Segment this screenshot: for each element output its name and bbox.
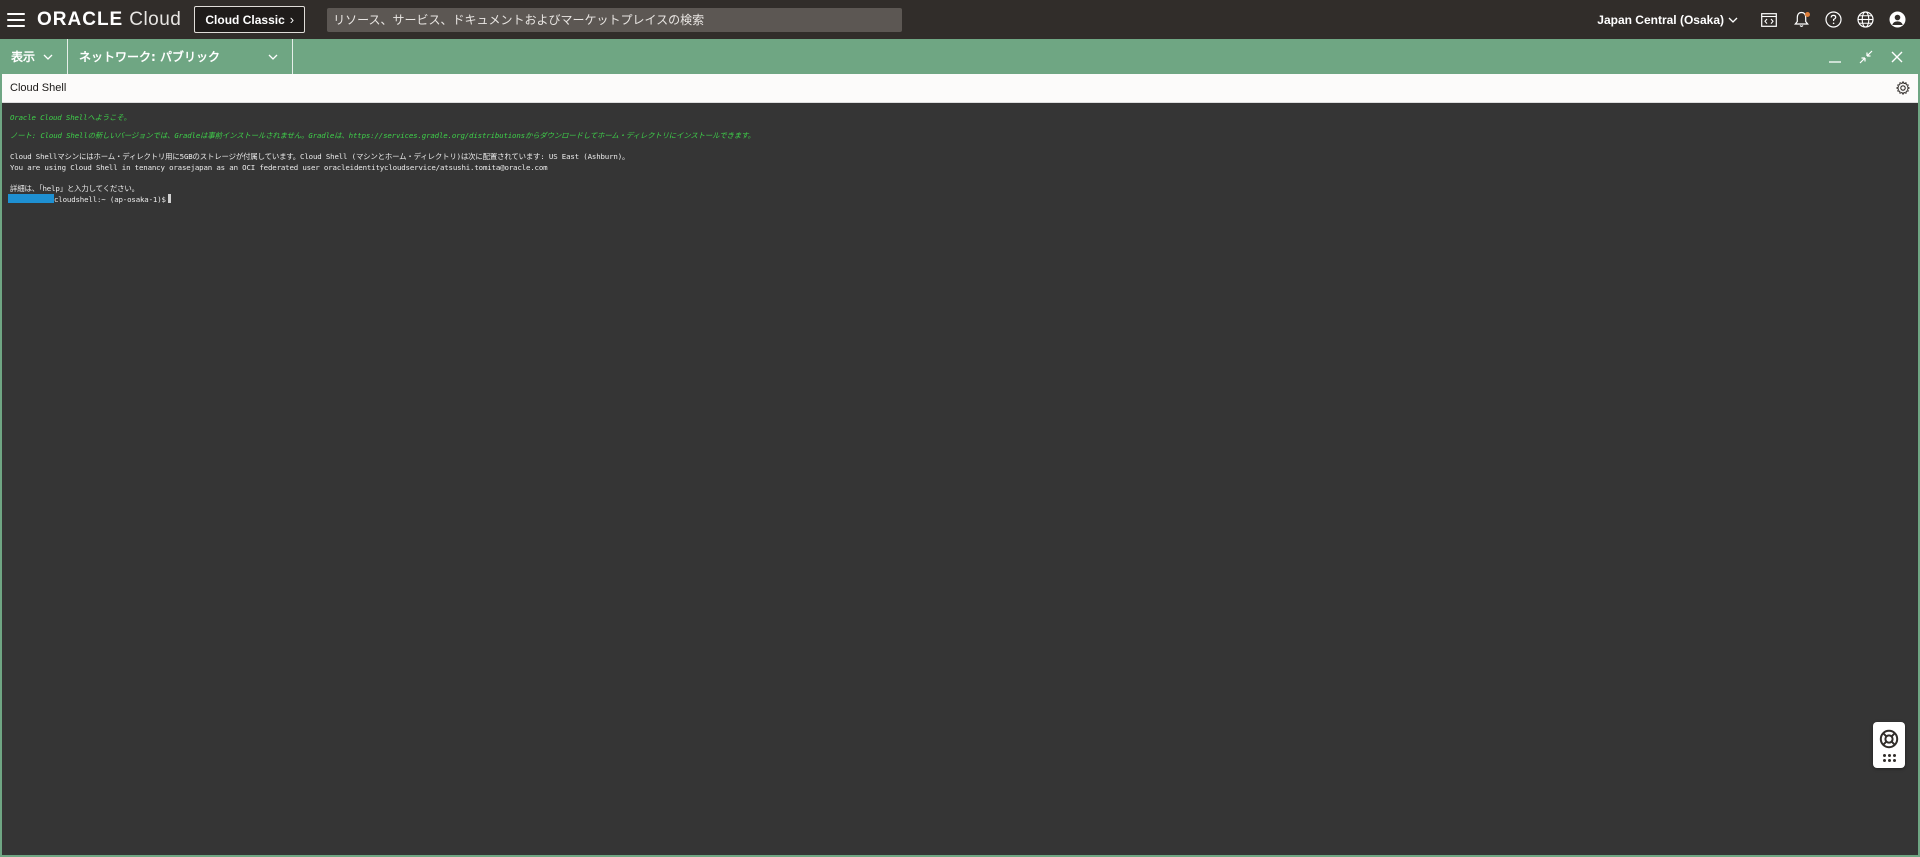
header-right: Japan Central (Osaka) [1597,0,1920,39]
globe-icon[interactable] [1856,11,1874,29]
cloud-shell-toolbar: 表示 ネットワーク: パブリック [0,39,1920,74]
view-label: 表示 [11,50,36,64]
code-editor-icon[interactable] [1760,11,1778,29]
terminal-help-hint: 詳細は、「help」と入力してください。 [10,183,139,193]
cloud-classic-label: Cloud Classic [205,12,285,27]
user-icon[interactable] [1888,11,1906,29]
window-controls [1827,39,1920,74]
region-label: Japan Central (Osaka) [1597,12,1724,27]
grid-menu-icon [1882,753,1896,762]
chevron-down-icon [268,54,278,60]
network-dropdown[interactable]: ネットワーク: パブリック [68,39,293,74]
terminal-cursor [167,194,171,203]
masked-username [8,194,54,203]
menu-icon[interactable] [7,12,25,27]
notification-dot [1805,11,1810,17]
terminal-welcome: Oracle Cloud Shellへようこそ。 [10,113,131,122]
view-dropdown[interactable]: 表示 [0,39,68,74]
oracle-cloud-logo[interactable]: ORACLE Cloud [37,9,181,31]
cloud-shell-title: Cloud Shell [10,82,67,94]
lifebuoy-icon [1879,729,1899,748]
cloud-classic-button[interactable]: Cloud Classic › [194,6,306,33]
terminal-output[interactable]: Oracle Cloud Shellへようこそ。 ノート: Cloud Shel… [8,113,1910,205]
chevron-down-icon [43,54,53,60]
terminal-prompt: cloudshell:~ (ap-osaka-1)$ [54,195,166,204]
terminal-prompt-line[interactable]: cloudshell:~ (ap-osaka-1)$ [8,194,1910,205]
close-icon[interactable] [1889,49,1905,65]
top-header: ORACLE Cloud Cloud Classic › Japan Centr… [0,0,1920,39]
terminal-tenancy-info: You are using Cloud Shell in tenancy ora… [10,162,548,172]
terminal-storage-info: Cloud Shellマシンにはホーム・ディレクトリ用に5GBのストレージが付属… [10,152,630,161]
cloud-shell-panel: Cloud Shell Oracle Cloud Shellへようこそ。 ノート… [0,74,1920,857]
logo-product: Cloud [129,8,182,30]
restore-icon[interactable] [1858,49,1874,65]
network-label: ネットワーク: パブリック [79,50,220,64]
logo-brand: ORACLE [37,8,124,30]
region-selector[interactable]: Japan Central (Osaka) [1597,13,1738,27]
search-input[interactable] [327,7,903,32]
help-widget[interactable] [1873,722,1905,768]
chevron-right-icon: › [289,12,295,27]
minimize-icon[interactable] [1827,49,1843,65]
chevron-down-icon [1728,17,1738,23]
help-icon[interactable] [1824,11,1842,29]
cloud-shell-header: Cloud Shell [2,74,1918,103]
terminal-note: ノート: Cloud Shellの新しいバージョンでは、Gradleは事前インス… [10,131,755,140]
gear-icon[interactable] [1896,81,1910,95]
bell-icon[interactable] [1792,11,1810,29]
